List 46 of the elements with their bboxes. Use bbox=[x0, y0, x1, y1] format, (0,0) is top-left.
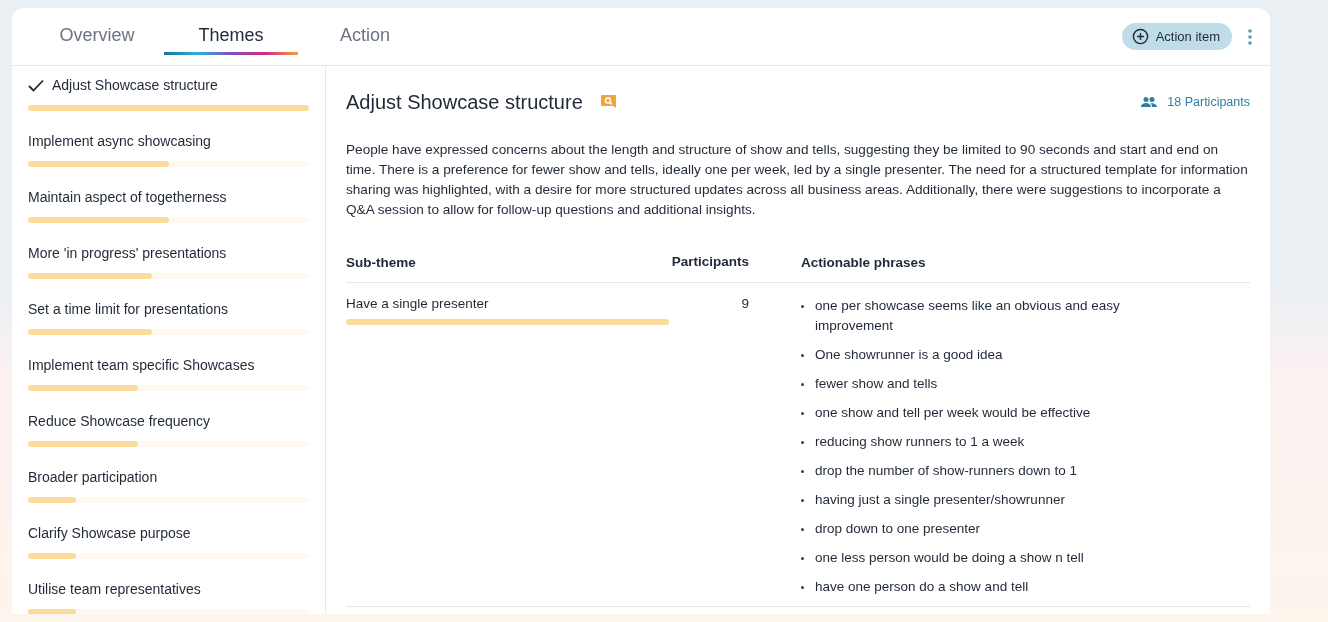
tab[interactable]: Action bbox=[298, 18, 432, 55]
bullet-icon bbox=[801, 499, 804, 502]
bullet-icon bbox=[801, 441, 804, 444]
theme-item[interactable]: Clarify Showcase purpose bbox=[28, 525, 191, 541]
theme-item[interactable]: Implement team specific Showcases bbox=[28, 357, 255, 373]
plus-circle-icon bbox=[1131, 28, 1149, 45]
phrase-text: having just a single presenter/showrunner bbox=[815, 491, 1065, 509]
sub-theme-cell: Have a single presenter bbox=[346, 296, 489, 311]
phrase-text: one less person would be doing a show n tell bbox=[815, 549, 1084, 567]
theme-item[interactable]: Utilise team representatives bbox=[28, 581, 201, 597]
phrase-text: have one person do a show and tell bbox=[815, 578, 1029, 596]
phrase-text: reducing show runners to 1 a week bbox=[815, 433, 1025, 451]
action-item-button[interactable]: Action item bbox=[1121, 23, 1232, 50]
people-icon bbox=[1141, 97, 1158, 107]
theme-summary: People have expressed concerns about the length and structure of show and tells, suggesting they be limited to 90 seconds and start and end on time. There is a preference for fewer show and tells, ideally one per week, led by a single presenter. The need for a structured template for information sharing was highlighted, with a desire for more structured updates across all business areas. Additionally, there were suggestions to incorporate a Q&A session to allow for follow-up questions and additional insights. bbox=[346, 141, 1249, 219]
tab[interactable]: Themes bbox=[164, 18, 298, 55]
column-header: Sub-theme bbox=[346, 254, 416, 270]
theme-item[interactable]: Broader participation bbox=[28, 469, 158, 485]
participants-cell: 9 bbox=[741, 296, 749, 312]
more-icon[interactable] bbox=[1248, 28, 1252, 45]
phrase-text: one per showcase seems like an obvious and easy improvement bbox=[815, 297, 1121, 335]
bullet-icon bbox=[801, 586, 804, 589]
theme-item[interactable]: More 'in progress' presentations bbox=[28, 245, 227, 261]
theme-item[interactable]: Adjust Showcase structure bbox=[52, 77, 218, 93]
participants-count: 18 Participants bbox=[1167, 95, 1250, 109]
theme-item[interactable]: Maintain aspect of togetherness bbox=[28, 189, 227, 205]
theme-item[interactable]: Reduce Showcase frequency bbox=[28, 413, 211, 429]
theme-title: Adjust Showcase structure bbox=[346, 90, 583, 114]
bullet-icon bbox=[801, 557, 804, 560]
phrase-text: drop the number of show-runners down to 1 bbox=[815, 462, 1077, 480]
column-header: Participants bbox=[671, 254, 749, 270]
theme-item[interactable]: Implement async showcasing bbox=[28, 133, 211, 149]
bullet-icon bbox=[801, 354, 804, 357]
search-comment-icon bbox=[600, 95, 616, 109]
bullet-icon bbox=[801, 470, 804, 473]
bullet-icon bbox=[801, 305, 804, 308]
phrase-text: One showrunner is a good idea bbox=[815, 346, 1003, 364]
phrase-text: fewer show and tells bbox=[815, 375, 938, 393]
phrase-text: drop down to one presenter bbox=[815, 520, 981, 538]
bullet-icon bbox=[801, 412, 804, 415]
theme-item[interactable]: Set a time limit for presentations bbox=[28, 301, 228, 317]
phrase-text: one show and tell per week would be effective bbox=[815, 404, 1091, 422]
column-header: Actionable phrases bbox=[800, 254, 927, 270]
bullet-icon bbox=[801, 528, 804, 531]
tab[interactable]: Overview bbox=[30, 18, 164, 55]
bullet-icon bbox=[801, 383, 804, 386]
